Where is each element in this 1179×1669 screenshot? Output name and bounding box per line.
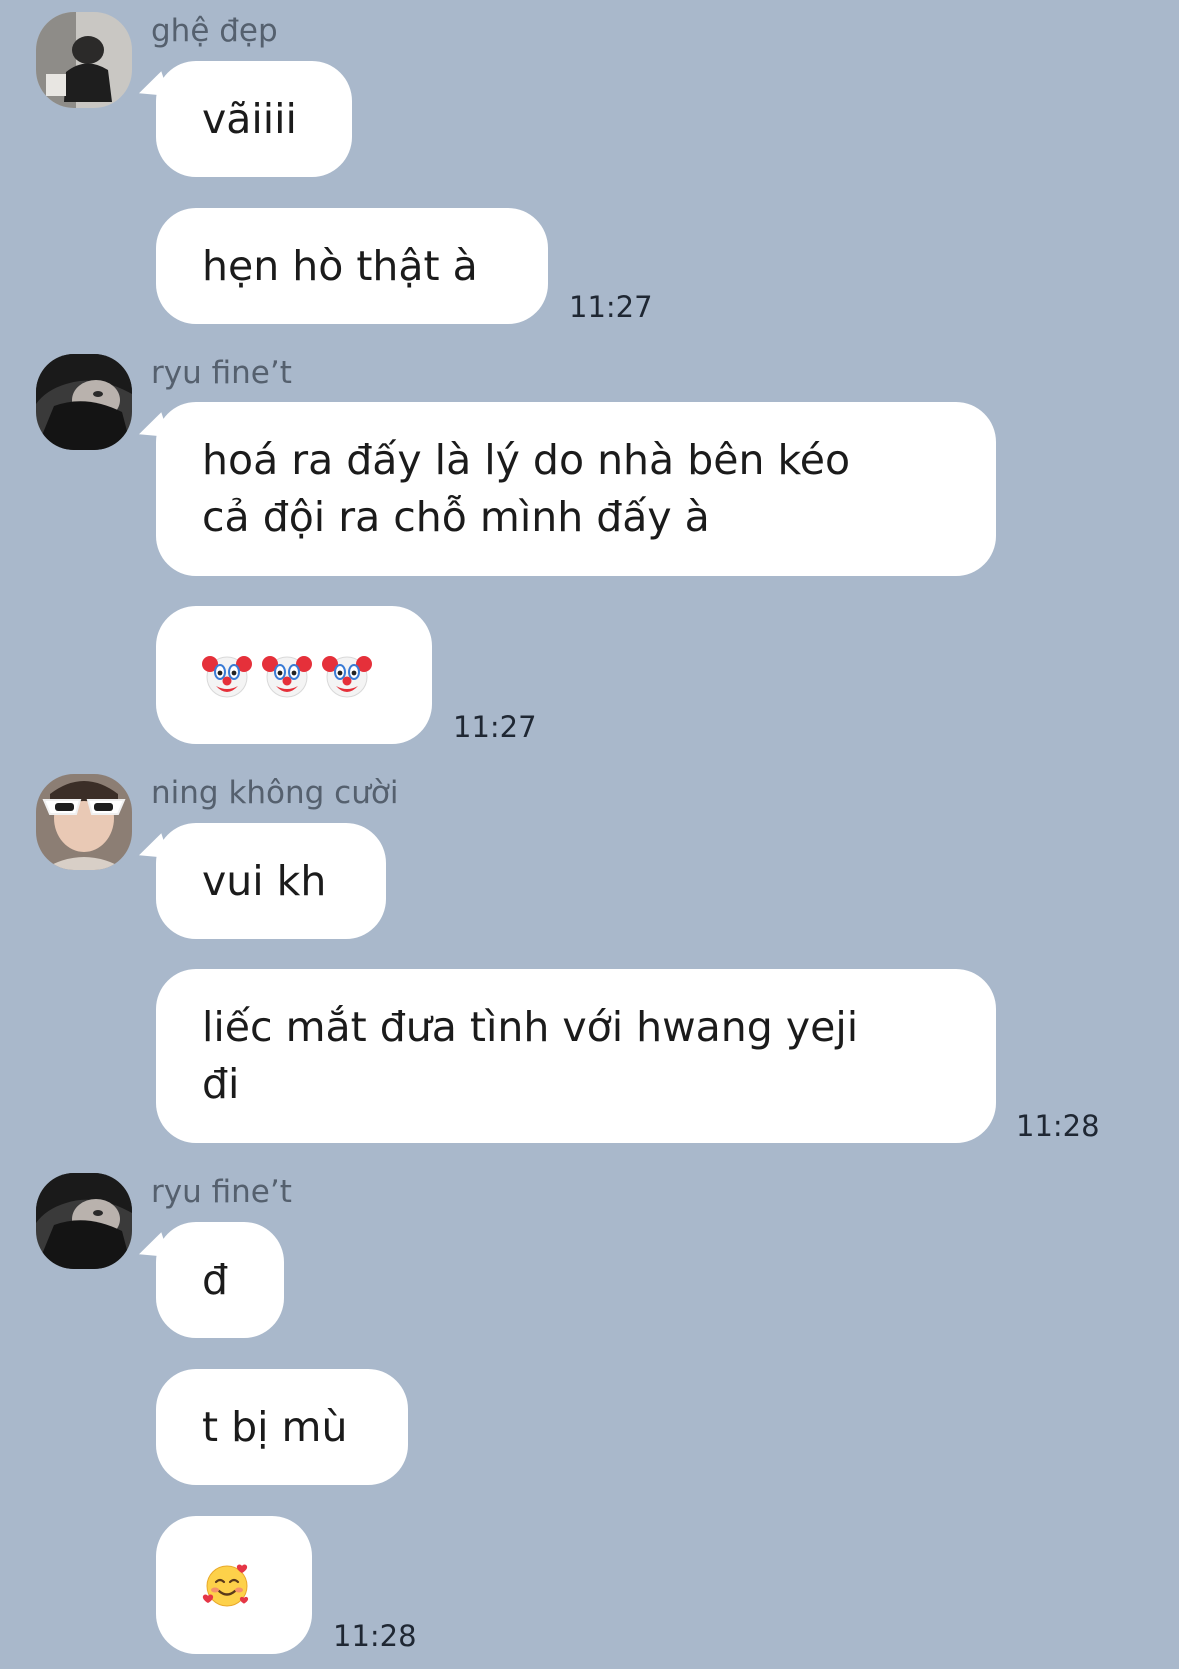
avatar-ghe-dep[interactable] [36,12,132,108]
emoji-row [202,650,372,700]
sender-name: ghệ đẹp [151,13,278,49]
message-timestamp: 11:27 [453,710,537,744]
message-text: hoá ra đấy là lý do nhà bên kéo cả đội r… [202,436,851,541]
avatar-ryu-finet[interactable] [36,354,132,450]
message-text: hẹn hò thật à [202,241,478,290]
message-text: liếc mắt đưa tình với hwang yeji đi [202,1003,859,1108]
message-bubble[interactable]: đ [156,1222,284,1338]
smiling-face-with-hearts-icon [202,1564,249,1607]
message-text: t bị mù [202,1402,348,1451]
avatar-ning-khong-cuoi[interactable] [36,774,132,870]
message-timestamp: 11:28 [1016,1109,1100,1143]
clown-face-icon [262,656,312,698]
clown-face-icon [322,656,372,698]
chat-screen[interactable]: ghệ đẹp vãiiii hẹn hò thật à 11:27 ryu f… [0,0,1179,1669]
avatar-image [36,354,132,450]
message-text: vui kh [202,856,327,905]
message-timestamp: 11:27 [569,290,653,324]
message-bubble[interactable]: vui kh [156,823,386,939]
message-bubble[interactable]: liếc mắt đưa tình với hwang yeji đi [156,969,996,1143]
message-bubble[interactable]: hẹn hò thật à [156,208,548,324]
message-bubble[interactable] [156,1516,312,1654]
message-timestamp: 11:28 [333,1619,417,1653]
sender-name: ning không cười [151,775,399,811]
message-text: vãiiii [202,94,297,143]
message-bubble[interactable] [156,606,432,744]
message-text: đ [202,1255,229,1304]
message-bubble[interactable]: t bị mù [156,1369,408,1485]
avatar-image [36,1173,132,1269]
avatar-image [36,12,132,108]
avatar-ryu-finet[interactable] [36,1173,132,1269]
message-bubble[interactable]: vãiiii [156,61,352,177]
message-bubble[interactable]: hoá ra đấy là lý do nhà bên kéo cả đội r… [156,402,996,576]
sender-name: ryu fine’t [151,1174,292,1210]
clown-face-icon [202,656,252,698]
sender-name: ryu fine’t [151,355,292,391]
avatar-image [36,774,132,870]
